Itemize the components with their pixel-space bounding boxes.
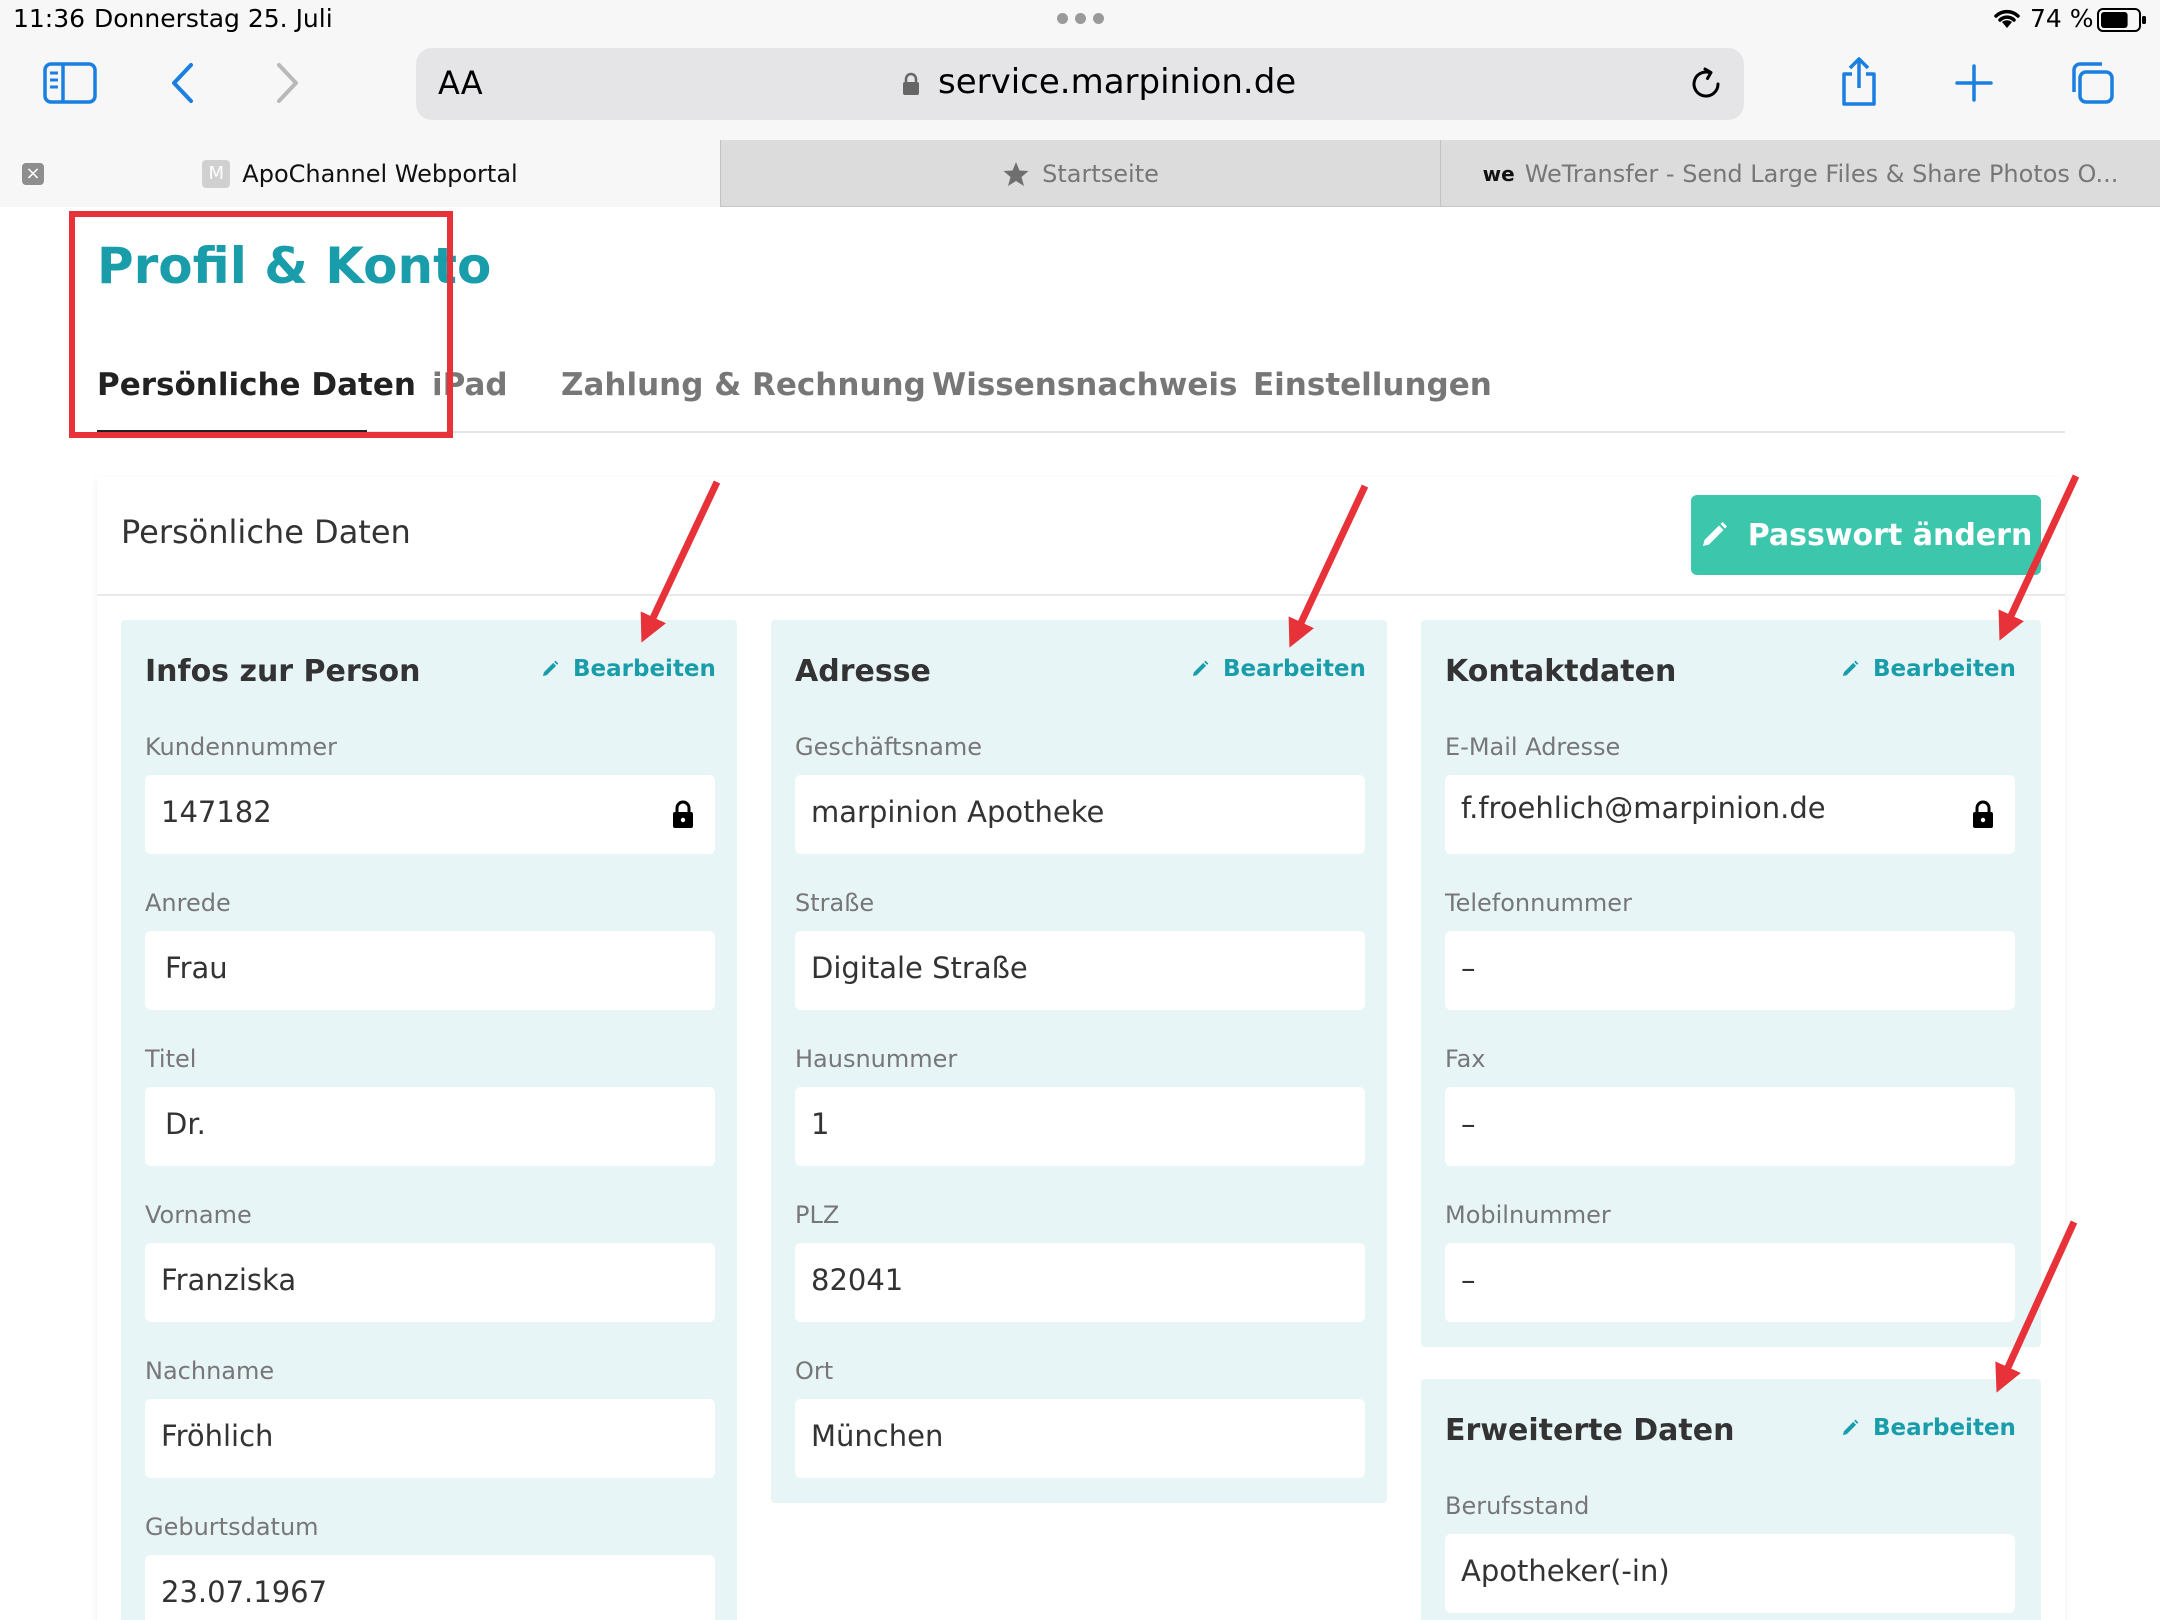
edit-extended-button[interactable]: Bearbeiten xyxy=(1841,1415,2016,1441)
field-label-vorname: Vorname xyxy=(145,1201,252,1229)
annotation-highlight-box xyxy=(69,211,453,438)
tab-title: WeTransfer - Send Large Files & Share Ph… xyxy=(1524,159,2119,188)
tab-title: ApoChannel Webportal xyxy=(242,159,518,188)
edit-address-button[interactable]: Bearbeiten xyxy=(1191,656,1366,682)
status-date: Donnerstag 25. Juli xyxy=(94,4,333,33)
first-name-field[interactable]: Franziska xyxy=(145,1243,715,1322)
subnav-zahlung-rechnung[interactable]: Zahlung & Rechnung xyxy=(561,367,926,403)
change-password-button[interactable]: Passwort ändern xyxy=(1691,495,2041,575)
field-label-anrede: Anrede xyxy=(145,889,231,917)
section-contact: Kontaktdaten Bearbeiten E-Mail Adresse f… xyxy=(1421,620,2041,1347)
salutation-field[interactable]: Frau xyxy=(145,931,715,1010)
card-title: Persönliche Daten xyxy=(121,513,411,551)
field-label-strasse: Straße xyxy=(795,889,875,917)
close-tab-icon[interactable]: × xyxy=(22,163,44,185)
tab-title: Startseite xyxy=(1042,159,1159,188)
share-icon[interactable] xyxy=(1836,54,1882,110)
field-label-berufsstand: Berufsstand xyxy=(1445,1492,1590,1520)
subnav-wissensnachweis[interactable]: Wissensnachweis xyxy=(932,367,1237,403)
browser-tab-startseite[interactable]: Startseite xyxy=(720,140,1440,207)
new-tab-icon[interactable] xyxy=(1954,60,1994,106)
battery-percent: 74 % xyxy=(2030,4,2094,33)
field-label-fax: Fax xyxy=(1445,1045,1486,1073)
edit-contact-button[interactable]: Bearbeiten xyxy=(1841,656,2016,682)
card-divider xyxy=(97,594,2065,596)
section-extended: Erweiterte Daten Bearbeiten Berufsstand … xyxy=(1421,1379,2041,1620)
battery-icon xyxy=(2097,8,2146,32)
field-label-geschaeftsname: Geschäftsname xyxy=(795,733,982,761)
section-heading: Erweiterte Daten xyxy=(1445,1413,1735,1448)
edit-person-button[interactable]: Bearbeiten xyxy=(541,656,716,682)
personal-data-card: Persönliche Daten Passwort ändern Infos … xyxy=(97,477,2065,1620)
street-field[interactable]: Digitale Straße xyxy=(795,931,1365,1010)
section-person-info: Infos zur Person Bearbeiten Kundennummer… xyxy=(121,620,737,1620)
browser-toolbar: AA service.marpinion.de xyxy=(0,40,2160,140)
house-number-field[interactable]: 1 xyxy=(795,1087,1365,1166)
city-field[interactable]: München xyxy=(795,1399,1365,1478)
browser-tab-bar: × M ApoChannel Webportal Startseite we W… xyxy=(0,140,2160,207)
mobile-field[interactable]: – xyxy=(1445,1243,2015,1322)
profession-field[interactable]: Apotheker(-in) xyxy=(1445,1534,2015,1613)
pencil-icon xyxy=(542,660,559,677)
section-heading: Adresse xyxy=(795,654,931,689)
customer-number-field: 147182 xyxy=(145,775,715,854)
sidebar-icon[interactable] xyxy=(42,60,98,106)
status-bar: 11:36 Donnerstag 25. Juli 74 % xyxy=(0,0,2160,40)
marpinion-favicon-icon: M xyxy=(202,159,231,188)
title-field[interactable]: Dr. xyxy=(145,1087,715,1166)
section-heading: Infos zur Person xyxy=(145,654,421,689)
multitasking-dots-icon[interactable] xyxy=(1057,13,1105,25)
status-time: 11:36 xyxy=(13,4,86,33)
back-icon[interactable] xyxy=(164,60,200,106)
pencil-icon xyxy=(1842,1419,1859,1436)
lock-icon xyxy=(673,800,693,828)
email-field: f.froehlich@marpinion.de xyxy=(1445,775,2015,854)
phone-field[interactable]: – xyxy=(1445,931,2015,1010)
field-label-hausnummer: Hausnummer xyxy=(795,1045,958,1073)
last-name-field[interactable]: Fröhlich xyxy=(145,1399,715,1478)
field-label-nachname: Nachname xyxy=(145,1357,275,1385)
lock-icon xyxy=(903,72,919,95)
subnav-einstellungen[interactable]: Einstellungen xyxy=(1253,367,1492,403)
wifi-icon xyxy=(1994,9,2020,28)
lock-icon xyxy=(1973,800,1993,828)
reload-icon[interactable] xyxy=(1688,66,1724,102)
section-address: Adresse Bearbeiten Geschäftsname marpini… xyxy=(771,620,1387,1503)
wetransfer-favicon-icon: we xyxy=(1482,161,1515,186)
address-bar[interactable]: AA service.marpinion.de xyxy=(416,48,1744,120)
field-label-email: E-Mail Adresse xyxy=(1445,733,1621,761)
forward-icon[interactable] xyxy=(270,60,306,106)
text-size-button[interactable]: AA xyxy=(438,64,483,102)
field-label-mobil: Mobilnummer xyxy=(1445,1201,1611,1229)
browser-tab-wetransfer[interactable]: we WeTransfer - Send Large Files & Share… xyxy=(1440,140,2160,207)
fax-field[interactable]: – xyxy=(1445,1087,2015,1166)
url-text[interactable]: service.marpinion.de xyxy=(938,62,1296,102)
section-heading: Kontaktdaten xyxy=(1445,654,1677,689)
field-label-kundennummer: Kundennummer xyxy=(145,733,337,761)
business-name-field[interactable]: marpinion Apotheke xyxy=(795,775,1365,854)
postal-code-field[interactable]: 82041 xyxy=(795,1243,1365,1322)
tabs-overview-icon[interactable] xyxy=(2068,60,2116,106)
page-content: Profil & Konto Persönliche Daten iPad Za… xyxy=(0,207,2160,1620)
star-icon xyxy=(1002,160,1030,188)
pencil-icon xyxy=(1192,660,1209,677)
field-label-titel: Titel xyxy=(145,1045,197,1073)
field-label-telefon: Telefonnummer xyxy=(1445,889,1632,917)
pencil-icon xyxy=(1702,522,1727,546)
pencil-icon xyxy=(1842,660,1859,677)
field-label-geburtsdatum: Geburtsdatum xyxy=(145,1513,319,1541)
browser-tab-apochannel[interactable]: × M ApoChannel Webportal xyxy=(0,140,720,207)
birthdate-field[interactable]: 23.07.1967 xyxy=(145,1555,715,1620)
field-label-ort: Ort xyxy=(795,1357,834,1385)
field-label-plz: PLZ xyxy=(795,1201,840,1229)
